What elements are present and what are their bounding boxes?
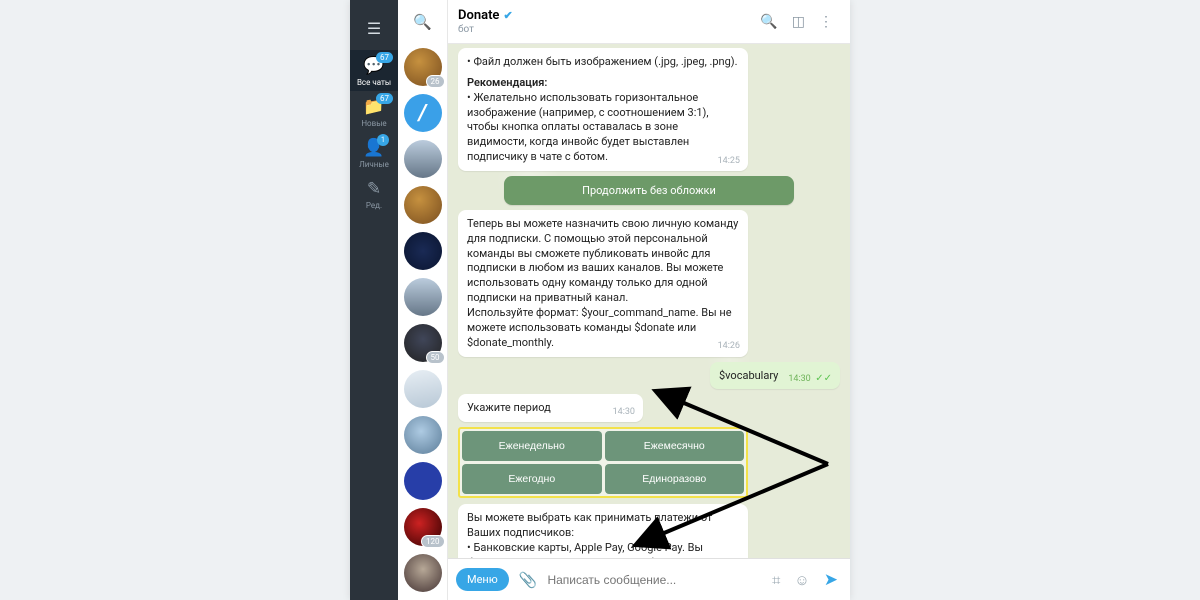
message-input[interactable] <box>547 573 762 587</box>
incoming-message: Вы можете выбрать как принимать платежи … <box>458 504 748 558</box>
message-line: • Файл должен быть изображением (.jpg, .… <box>467 55 739 70</box>
rail-item-all-chats[interactable]: 67 💬 Все чаты <box>350 50 398 91</box>
rail-dot: 1 <box>377 134 389 146</box>
unread-count: 120 <box>421 535 445 548</box>
rail-item-edit[interactable]: ✎ Ред. <box>350 173 398 214</box>
chat-avatar[interactable] <box>404 416 442 454</box>
rail-label: Новые <box>361 119 386 128</box>
rail-item-new[interactable]: 67 📁 Новые <box>350 91 398 132</box>
read-checks-icon: ✓✓ <box>813 373 832 384</box>
message-timestamp: 14:25 <box>718 155 740 167</box>
kb-btn-weekly[interactable]: Еженедельно <box>462 431 602 461</box>
message-subheading: Рекомендация: <box>467 76 547 89</box>
incoming-message: • Файл должен быть изображением (.jpg, .… <box>458 48 748 171</box>
message-list[interactable]: • Файл должен быть изображением (.jpg, .… <box>448 44 850 558</box>
chat-header: Donate ✔ бот 🔍 ◫ ⋮ <box>448 0 850 44</box>
kb-btn-once[interactable]: Единоразово <box>605 464 745 494</box>
message-timestamp: 14:30 <box>613 406 635 418</box>
inline-button-continue-no-cover[interactable]: Продолжить без обложки <box>504 176 794 205</box>
message-line: • Банковские карты, Apple Pay, Google Pa… <box>467 541 739 558</box>
hamburger-menu[interactable]: ☰ <box>350 6 398 50</box>
inline-keyboard-period: Еженедельно Ежемесячно Ежегодно Единораз… <box>458 427 748 498</box>
avatar-glyph: / <box>419 101 427 126</box>
chat-avatar[interactable] <box>404 278 442 316</box>
header-sidepanel-icon[interactable]: ◫ <box>785 10 812 34</box>
pencil-icon: ✎ <box>367 179 381 199</box>
keyboard-toggle-icon[interactable]: ⌗ <box>768 568 784 592</box>
verified-badge-icon: ✔ <box>503 9 512 22</box>
chat-avatar[interactable]: 120 <box>404 508 442 546</box>
rail-item-personal[interactable]: 1 👤 Личные <box>350 132 398 173</box>
composer: Меню 📎 ⌗ ☺ ➤ <box>448 558 850 600</box>
incoming-message: Теперь вы можете назначить свою личную к… <box>458 210 748 357</box>
rail-label: Все чаты <box>357 78 391 87</box>
send-button[interactable]: ➤ <box>820 567 842 593</box>
rail-badge: 67 <box>376 93 393 104</box>
outgoing-message: $vocabulary 14:30 ✓✓ <box>710 362 840 390</box>
chat-title-block[interactable]: Donate ✔ бот <box>458 8 513 35</box>
kb-btn-yearly[interactable]: Ежегодно <box>462 464 602 494</box>
incoming-message: Укажите период 14:30 <box>458 394 643 422</box>
rail-label: Личные <box>359 160 389 169</box>
kb-btn-monthly[interactable]: Ежемесячно <box>605 431 745 461</box>
telegram-window: ☰ 67 💬 Все чаты 67 📁 Новые 1 👤 Личные ✎ … <box>350 0 850 600</box>
message-line: Вы можете выбрать как принимать платежи … <box>467 511 739 541</box>
message-body: Теперь вы можете назначить свою личную к… <box>467 217 739 351</box>
chat-avatar[interactable]: 50 <box>404 324 442 362</box>
rail-label: Ред. <box>366 201 382 210</box>
header-more-icon[interactable]: ⋮ <box>812 10 840 34</box>
message-body: $vocabulary <box>719 369 778 382</box>
bot-menu-button[interactable]: Меню <box>456 568 509 591</box>
chat-avatar[interactable] <box>404 140 442 178</box>
chat-avatar[interactable] <box>404 462 442 500</box>
chat-avatar-selected[interactable]: / <box>404 94 442 132</box>
message-body: Укажите период <box>467 401 551 414</box>
chat-avatar[interactable] <box>404 232 442 270</box>
unread-count: 26 <box>426 75 445 88</box>
chat-subtitle: бот <box>458 24 513 35</box>
emoji-icon[interactable]: ☺ <box>790 568 813 592</box>
rail-badge: 67 <box>376 52 393 63</box>
folder-rail: ☰ 67 💬 Все чаты 67 📁 Новые 1 👤 Личные ✎ … <box>350 0 398 600</box>
search-icon: 🔍 <box>413 13 432 31</box>
header-search-icon[interactable]: 🔍 <box>753 10 784 34</box>
chat-avatar[interactable] <box>404 186 442 224</box>
chat-avatar[interactable] <box>404 370 442 408</box>
search-button[interactable]: 🔍 <box>398 0 448 44</box>
message-timestamp: 14:26 <box>718 340 740 352</box>
message-timestamp: 14:30 ✓✓ <box>788 372 832 386</box>
message-body: • Желательно использовать горизонтальное… <box>467 91 739 165</box>
chat-avatar[interactable] <box>404 554 442 592</box>
attach-icon[interactable]: 📎 <box>515 568 542 592</box>
chat-area: Donate ✔ бот 🔍 ◫ ⋮ • Файл должен быть изо… <box>448 0 850 600</box>
chat-title: Donate <box>458 8 499 23</box>
unread-count: 50 <box>426 351 445 364</box>
chat-avatar[interactable]: 26 <box>404 48 442 86</box>
chat-list: 🔍 26 / 50 120 <box>398 0 448 600</box>
